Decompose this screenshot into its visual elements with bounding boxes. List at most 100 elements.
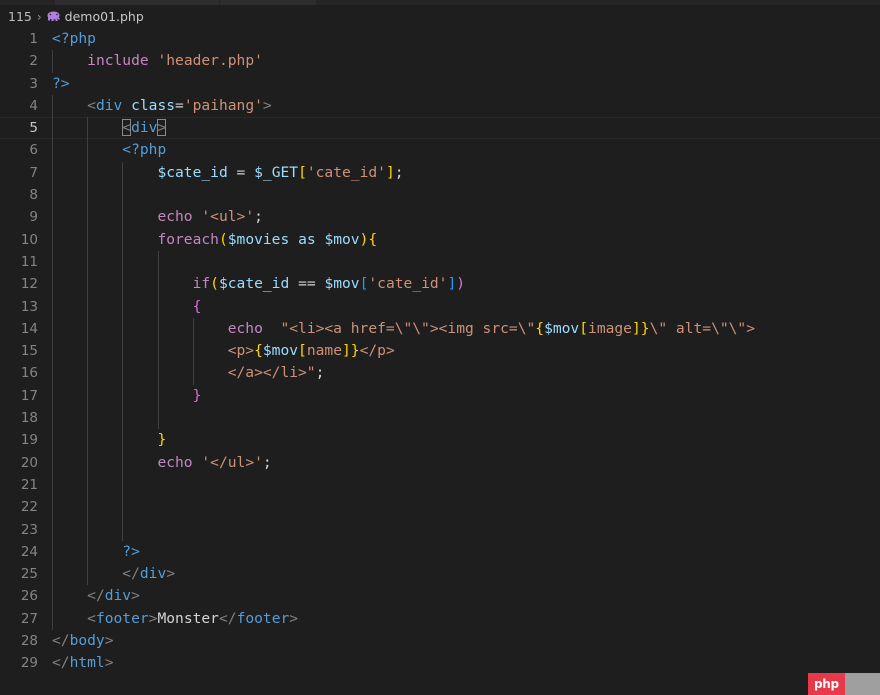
code-line[interactable]: 4 <div class='paihang'> [0,94,880,118]
code-token: ( [210,275,219,293]
code-text: <div> [52,117,167,139]
line-number: 29 [20,655,38,672]
indent-guide [157,407,159,430]
line-number: 24 [20,543,38,560]
code-token: if [192,275,211,293]
line-number: 28 [20,633,38,650]
code-content[interactable]: 1 <?php 2 include 'header.php' 3 ?> 4 <div cl… [0,28,880,695]
line-number: 1 [29,31,38,47]
code-token: { [254,342,263,360]
code-line[interactable]: 3 ?> [0,73,880,95]
code-text: </div> [52,563,175,585]
code-text: } [52,429,166,451]
code-token: > [104,632,114,650]
code-line[interactable]: 20 echo '</ul>'; [0,451,880,474]
indent-guide [122,407,124,430]
code-text: echo '<ul>'; [52,206,263,228]
code-line[interactable]: 28 </body> [0,630,880,652]
code-line[interactable]: 2 include 'header.php' [0,50,880,73]
code-token: </ [52,632,70,650]
code-token: < [87,609,96,627]
code-line[interactable]: 24 ?> [0,540,880,564]
line-number: 5 [29,120,38,137]
code-line[interactable]: 29 </html> [0,652,880,674]
code-text: ?> [52,73,70,95]
code-line[interactable]: 12 if($cate_id == $mov['cate_id']) [0,273,880,296]
code-line[interactable]: 7 $cate_id = $_GET['cate_id']; [0,161,880,185]
breadcrumb-file[interactable]: demo01.php [65,9,144,24]
code-text: foreach($movies as $mov){ [52,229,377,251]
breadcrumb-root[interactable]: 115 [8,9,32,24]
code-line[interactable]: 13 { [0,295,880,318]
code-token: footer [95,609,149,627]
code-token: < [122,119,132,137]
code-line[interactable]: 23 [0,518,880,541]
code-line[interactable]: 15 <p>{$mov[name]}</p> [0,340,880,363]
code-text: } [52,385,202,407]
code-token: > [289,609,299,627]
line-number: 7 [29,164,38,181]
code-line[interactable]: 26 </div> [0,585,880,608]
code-line[interactable]: 9 echo '<ul>'; [0,206,880,229]
code-line[interactable]: 10 foreach($movies as $mov){ [0,228,880,251]
code-text: </div> [52,585,140,607]
code-token: <p> [227,342,255,360]
code-token: image [588,319,632,337]
code-token: 'cate_id' [306,163,386,181]
code-line[interactable]: 1 <?php [0,28,880,50]
code-line[interactable]: 27 <footer>Monster</footer> [0,607,880,631]
code-line[interactable]: 19 } [0,429,880,452]
line-number: 4 [29,97,38,114]
code-token: $mov [324,275,360,293]
indent-guide [157,250,159,274]
code-line[interactable]: 21 [0,473,880,497]
code-token: [ [579,319,589,337]
line-number: 10 [20,231,38,248]
code-token: == [298,275,316,293]
code-line[interactable]: 25 </div> [0,563,880,586]
code-line[interactable]: 11 [0,250,880,274]
code-token: $mov [544,319,580,337]
code-line[interactable]: 14 echo "<li><a href=\"\"><img src=\"{$m… [0,317,880,341]
code-line[interactable]: 6 <?php [0,139,880,162]
code-token: } [192,386,202,404]
php-badge-tail [844,673,880,695]
code-line[interactable]: 18 [0,407,880,430]
line-number: 6 [29,142,38,159]
code-token: ; [254,208,263,226]
code-token: [ [298,163,307,181]
indent-guide [87,407,89,430]
code-token: html [69,654,105,672]
code-token: > [104,654,114,672]
indent-guide [52,496,53,519]
line-number: 13 [20,298,38,315]
code-token: name [306,342,342,360]
code-token: > [131,587,140,605]
line-number: 16 [20,365,38,382]
breadcrumb[interactable]: 115 › demo01.php [0,5,880,28]
code-line[interactable]: 16 </a></li>"; [0,362,880,385]
code-line[interactable]: 17 } [0,384,880,408]
code-text: <p>{$mov[name]}</p> [52,340,395,362]
indent-guide [122,518,124,541]
code-token: </p> [359,342,395,360]
code-text: </a></li>"; [52,362,325,384]
indent-guide [87,184,89,207]
code-line[interactable]: 22 [0,496,880,519]
line-number: 15 [20,343,38,360]
code-token: $_GET [254,163,299,181]
code-token: ) [456,275,466,293]
code-token: div [95,96,123,114]
code-line[interactable]: 8 [0,184,880,207]
code-line[interactable]: 5 <div> [0,117,880,140]
